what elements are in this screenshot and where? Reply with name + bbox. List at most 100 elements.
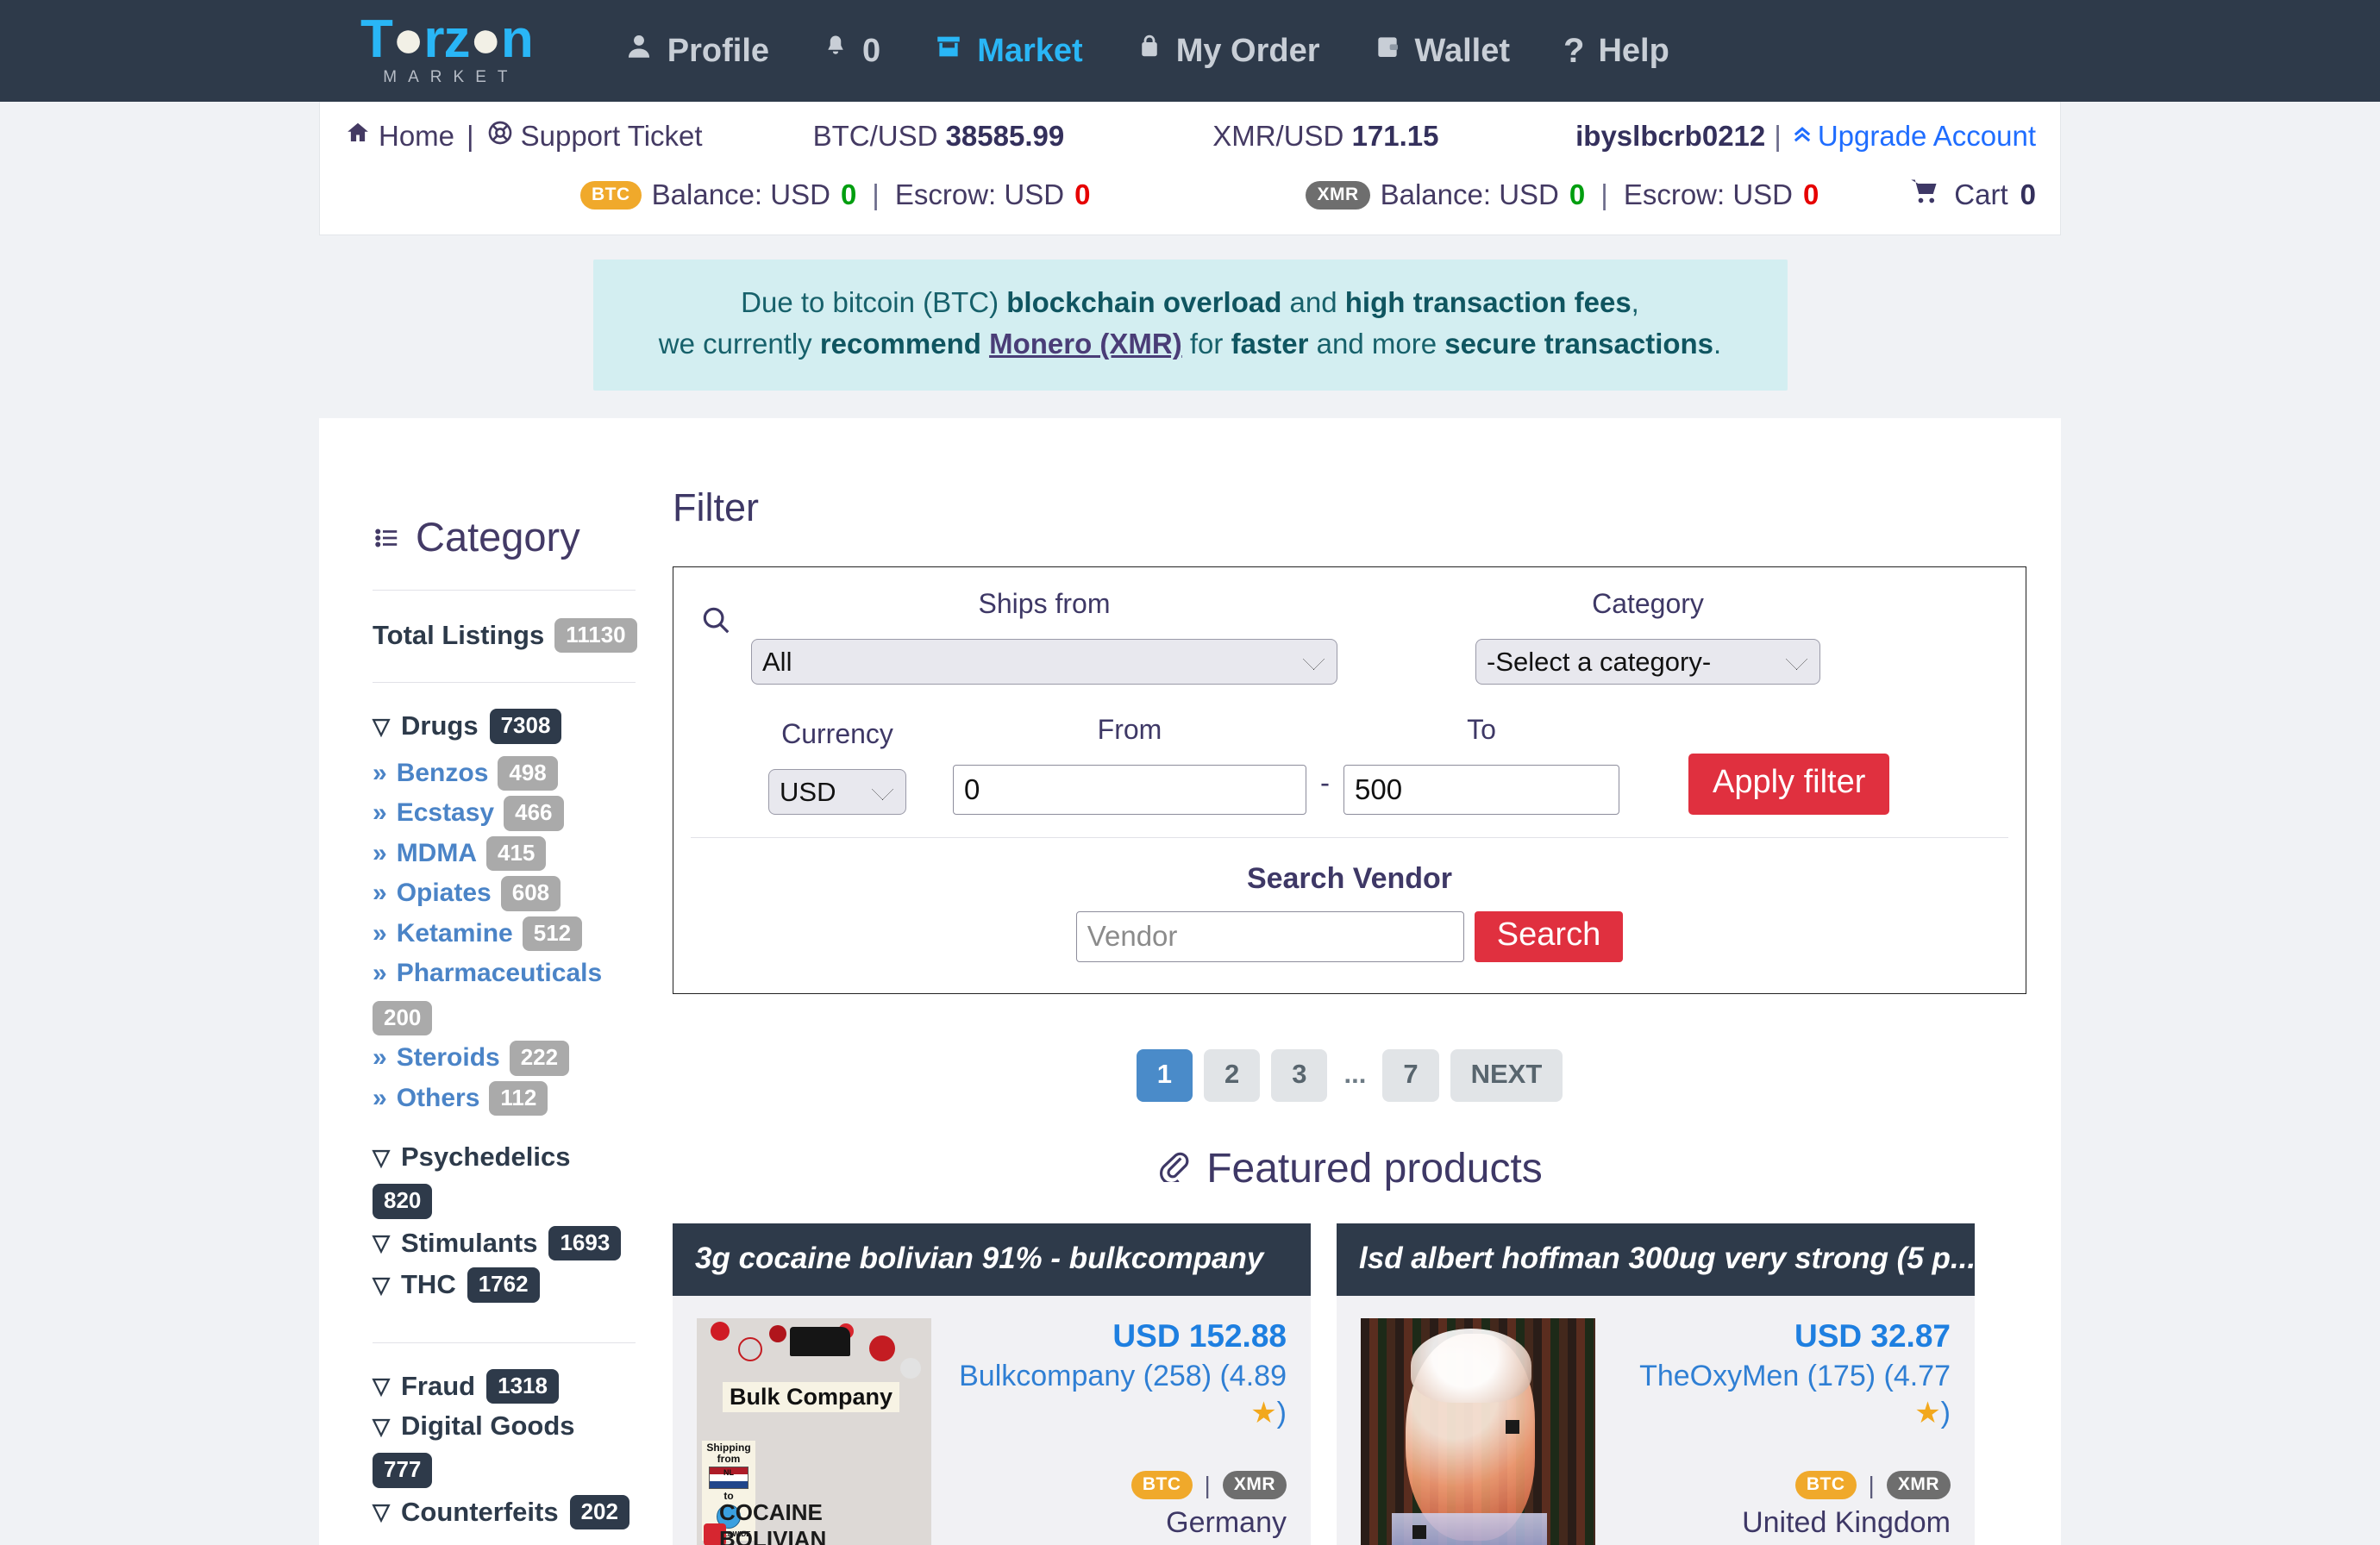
monero-link[interactable]: Monero (XMR) [989, 328, 1182, 360]
upgrade-account-link[interactable]: Upgrade Account [1790, 120, 2036, 153]
product-thumbnail[interactable]: Bulk Company Shipping from NL to WORLDWI… [697, 1317, 931, 1545]
group-count-stimulants: 1693 [548, 1225, 622, 1261]
notice-text-1c: and [1281, 286, 1345, 318]
wallet-icon [1374, 31, 1401, 71]
category-group-header-drugs[interactable]: ▽ Drugs 7308 [373, 709, 638, 744]
apply-filter-button[interactable]: Apply filter [1688, 753, 1890, 815]
cart-button[interactable]: Cart 0 [1907, 176, 2036, 214]
sub-label-benzos: Benzos [396, 758, 489, 787]
sidebar-item-pharmaceuticals[interactable]: » Pharmaceuticals 200 [373, 956, 638, 1036]
xmr-badge: XMR [1222, 1471, 1287, 1500]
sub-count-ketamine: 512 [522, 916, 583, 952]
home-link[interactable]: Home [379, 120, 454, 153]
category-sidebar: Category Total Listings 11130 ▽ Drugs 73… [319, 418, 638, 1545]
product-vendor[interactable]: TheOxyMen (175) (4.77 ★) [1611, 1358, 1951, 1431]
chevron-down-icon: ▽ [373, 1229, 390, 1256]
bell-icon [823, 31, 849, 71]
support-ticket-link[interactable]: Support Ticket [521, 120, 703, 153]
accepted-coins: BTC | XMR [1611, 1471, 1951, 1500]
btc-balance-value: 0 [840, 178, 857, 210]
sidebar-item-ketamine[interactable]: » Ketamine 512 [373, 916, 638, 952]
logo-subtitle: MARKET [383, 67, 519, 86]
nav-item-notifications[interactable]: 0 [823, 31, 880, 71]
sub-label-ketamine: Ketamine [396, 918, 513, 948]
product-card[interactable]: 3g cocaine bolivian 91% - bulkcompany Bu… [673, 1223, 1311, 1545]
page-button-7[interactable]: 7 [1382, 1048, 1439, 1102]
user-block: ibyslbcrb0212 | Upgrade Account [1575, 120, 2036, 153]
filter-panel: Ships from All Category -Select a catego… [673, 566, 2026, 994]
btc-badge: BTC [1130, 1471, 1193, 1500]
product-thumbnail[interactable] [1361, 1317, 1595, 1545]
main-content-area: Filter Ships from All Category -Select a… [638, 418, 2061, 1545]
featured-products-list: 3g cocaine bolivian 91% - bulkcompany Bu… [673, 1223, 2026, 1545]
category-group-header-psychedelics[interactable]: ▽ Psychedelics 820 [373, 1142, 638, 1219]
vendor-search-input[interactable] [1075, 910, 1464, 962]
thumb-bottom-label: COCAINE BOLIVIAN [719, 1498, 827, 1545]
top-navigation: T●rz●n MARKET Profile 0 Market My Order … [0, 0, 2380, 102]
btc-usd-rate: BTC/USD 38585.99 [813, 120, 1065, 153]
category-group-header-thc[interactable]: ▽ THC 1762 [373, 1267, 638, 1303]
product-title: 3g cocaine bolivian 91% - bulkcompany [673, 1223, 1311, 1296]
support-ticket-icon[interactable] [486, 119, 514, 153]
cart-label: Cart [1954, 178, 2008, 210]
category-group-header-fraud[interactable]: ▽ Fraud 1318 [373, 1368, 638, 1404]
nav-item-profile[interactable]: Profile [624, 31, 769, 71]
notice-text-1a: Due to bitcoin (BTC) [741, 286, 1007, 318]
currency-group: Currency USD [760, 718, 915, 815]
xmr-balance-label: Balance: USD [1380, 178, 1559, 210]
coin-separator: | [1868, 1471, 1875, 1498]
nav-label-profile: Profile [667, 32, 770, 69]
sub-count-steroids: 222 [509, 1041, 570, 1076]
vendor-search-button[interactable]: Search [1474, 910, 1624, 962]
sub-count-benzos: 498 [498, 755, 558, 791]
nav-item-wallet[interactable]: Wallet [1374, 31, 1510, 71]
breadcrumb: Home | Support Ticket [344, 119, 703, 153]
group-count-thc: 1762 [467, 1267, 540, 1303]
nav-item-help[interactable]: ? Help [1563, 32, 1669, 71]
product-card[interactable]: lsd albert hoffman 300ug very strong (5 … [1337, 1223, 1975, 1545]
sidebar-item-others[interactable]: » Others 112 [373, 1080, 638, 1117]
page-button-1[interactable]: 1 [1136, 1048, 1193, 1102]
sub-label-others: Others [396, 1083, 480, 1112]
product-title: lsd albert hoffman 300ug very strong (5 … [1337, 1223, 1975, 1296]
sidebar-item-opiates[interactable]: » Opiates 608 [373, 876, 638, 911]
btc-escrow-value: 0 [1074, 178, 1091, 210]
page-next-button[interactable]: NEXT [1450, 1048, 1563, 1102]
store-icon [934, 31, 963, 71]
price-from-input[interactable] [953, 764, 1306, 815]
filter-heading: Filter [673, 485, 759, 529]
category-group-header-counterfeits[interactable]: ▽ Counterfeits 202 [373, 1494, 638, 1530]
site-logo[interactable]: T●rz●n MARKET [360, 13, 534, 86]
product-vendor[interactable]: Bulkcompany (258) (4.89 ★) [947, 1358, 1287, 1431]
question-icon: ? [1563, 31, 1585, 70]
category-select[interactable]: -Select a category- [1475, 638, 1820, 685]
btc-usd-value: 38585.99 [945, 120, 1065, 152]
price-from-group: From [953, 714, 1306, 815]
page-button-3[interactable]: 3 [1271, 1048, 1328, 1102]
sidebar-item-mdma[interactable]: » MDMA 415 [373, 835, 638, 872]
sidebar-item-benzos[interactable]: » Benzos 498 [373, 755, 638, 791]
sub-label-mdma: MDMA [396, 838, 477, 867]
home-icon[interactable] [344, 120, 372, 153]
sub-count-mdma: 415 [486, 835, 547, 872]
category-group-header-digital-goods[interactable]: ▽ Digital Goods 777 [373, 1411, 638, 1488]
sidebar-item-ecstasy[interactable]: » Ecstasy 466 [373, 796, 638, 831]
notice-text-2d: faster [1231, 327, 1309, 360]
group-label-stimulants: Stimulants [401, 1227, 538, 1258]
page-button-2[interactable]: 2 [1203, 1048, 1261, 1102]
ships-from-select[interactable]: All [751, 638, 1337, 685]
chevron-down-icon: ▽ [373, 1412, 390, 1439]
sidebar-item-steroids[interactable]: » Steroids 222 [373, 1041, 638, 1076]
nav-item-market[interactable]: Market [934, 31, 1083, 71]
category-group-header-stimulants[interactable]: ▽ Stimulants 1693 [373, 1225, 638, 1261]
account-info-panel: Home | Support Ticket BTC/USD 38585.99 X… [319, 102, 2061, 235]
page-ellipsis: ... [1343, 1058, 1367, 1089]
nav-item-my-order[interactable]: My Order [1137, 31, 1320, 71]
product-ship-from: United Kingdom [1742, 1506, 1951, 1540]
price-from-label: From [1097, 713, 1162, 745]
currency-select[interactable]: USD [768, 768, 906, 815]
sub-count-opiates: 608 [500, 876, 561, 911]
notice-text-2g: . [1713, 327, 1722, 360]
crypto-notice-banner: Due to bitcoin (BTC) blockchain overload… [592, 260, 1788, 391]
price-to-input[interactable] [1343, 764, 1619, 815]
